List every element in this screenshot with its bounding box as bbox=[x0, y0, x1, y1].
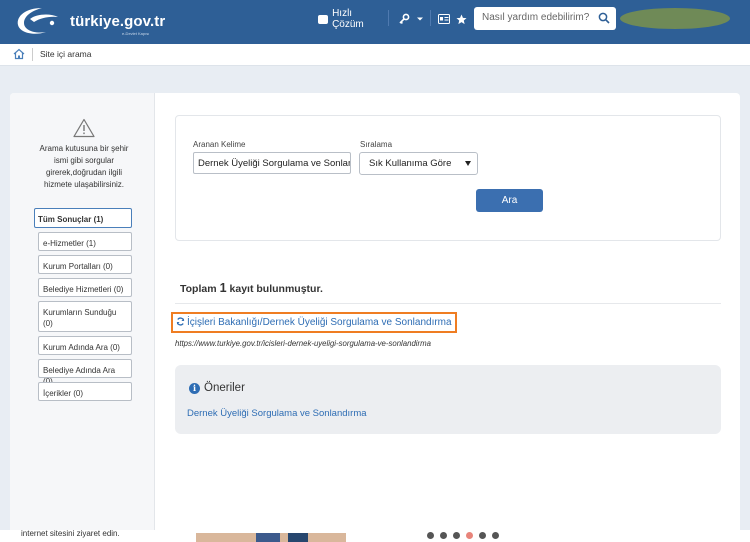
filter-institution-offered[interactable]: Kurumların Sunduğu (0) bbox=[38, 301, 132, 332]
carousel-dot[interactable] bbox=[453, 532, 460, 539]
logo-text: türkiye.gov.tr bbox=[70, 13, 166, 30]
key-icon bbox=[399, 13, 410, 24]
search-placeholder: Nasıl yardım edebilirim? bbox=[482, 12, 590, 23]
filter-municipal-services[interactable]: Belediye Hizmetleri (0) bbox=[38, 278, 132, 297]
suggestions-title: Öneriler bbox=[204, 382, 245, 394]
banner-image-part bbox=[256, 533, 280, 542]
top-header: türkiye.gov.tr e-Devlet Kapısı Hızlı Çöz… bbox=[0, 0, 750, 44]
carousel-dot[interactable] bbox=[492, 532, 499, 539]
quick-solution-button[interactable]: Hızlı Çözüm bbox=[318, 8, 382, 30]
sort-selected-value: Sık Kullanıma Göre bbox=[369, 158, 452, 169]
result-count: Toplam 1 kayıt bulunmuştur. bbox=[180, 281, 323, 295]
id-card-button[interactable] bbox=[438, 8, 452, 30]
banner-image-part bbox=[288, 533, 308, 542]
suggestions-panel bbox=[175, 365, 721, 434]
favorites-button[interactable] bbox=[456, 8, 468, 30]
id-card-icon bbox=[438, 14, 450, 24]
info-icon: i bbox=[189, 382, 200, 394]
sort-select[interactable]: Sık Kullanıma Göre bbox=[359, 152, 478, 175]
filter-e-services[interactable]: e-Hizmetler (1) bbox=[38, 232, 132, 251]
carousel-dot-active[interactable] bbox=[466, 532, 473, 539]
suggestions-heading: i Öneriler bbox=[189, 382, 245, 394]
filter-all-results[interactable]: Tüm Sonuçlar (1) bbox=[34, 208, 132, 228]
result-item-title: İçişleri Bakanlığı/Dernek Üyeliği Sorgul… bbox=[187, 317, 452, 328]
suggestion-link[interactable]: Dernek Üyeliği Sorgulama ve Sonlandırma bbox=[187, 408, 367, 419]
site-search-input[interactable]: Nasıl yardım edebilirim? bbox=[474, 7, 616, 30]
search-icon[interactable] bbox=[598, 12, 610, 24]
carousel-dot[interactable] bbox=[479, 532, 486, 539]
breadcrumb-separator bbox=[32, 48, 33, 61]
sidebar-info-text: Arama kutusuna bir şehir ismi gibi sorgu… bbox=[39, 144, 129, 189]
footer-partial-text: internet sitesini ziyaret edin. bbox=[21, 529, 120, 538]
caret-down-icon bbox=[465, 161, 471, 166]
keyword-input[interactable]: Dernek Üyeliği Sorgulama ve Sonlandırma bbox=[193, 152, 351, 174]
sort-label: Sıralama bbox=[360, 140, 393, 149]
keyword-label: Aranan Kelime bbox=[193, 140, 246, 149]
home-icon[interactable] bbox=[13, 48, 25, 60]
warning-icon bbox=[73, 118, 95, 138]
divider bbox=[175, 303, 721, 304]
carousel-dot[interactable] bbox=[440, 532, 447, 539]
breadcrumb: Site içi arama bbox=[0, 44, 750, 66]
refresh-icon bbox=[176, 317, 185, 326]
chat-icon bbox=[318, 14, 329, 24]
carousel-dot[interactable] bbox=[427, 532, 434, 539]
site-logo[interactable]: türkiye.gov.tr e-Devlet Kapısı bbox=[12, 5, 165, 37]
search-form-box bbox=[175, 115, 721, 241]
header-divider bbox=[388, 10, 389, 26]
result-count-prefix: Toplam bbox=[180, 283, 217, 295]
quick-solution-label: Hızlı Çözüm bbox=[332, 8, 364, 30]
carousel-dots bbox=[427, 532, 499, 539]
result-item-link[interactable]: İçişleri Bakanlığı/Dernek Üyeliği Sorgul… bbox=[171, 312, 457, 333]
chevron-down-icon bbox=[417, 17, 423, 21]
breadcrumb-current: Site içi arama bbox=[40, 49, 92, 59]
search-submit-button[interactable]: Ara bbox=[476, 189, 543, 212]
crescent-logo-icon bbox=[17, 8, 58, 34]
logo-subtext: e-Devlet Kapısı bbox=[122, 31, 150, 36]
result-item-url: https://www.turkiye.gov.tr/icisleri-dern… bbox=[175, 339, 431, 348]
result-count-number: 1 bbox=[219, 281, 227, 295]
filter-institution-portals[interactable]: Kurum Portalları (0) bbox=[38, 255, 132, 274]
filter-contents[interactable]: İçerikler (0) bbox=[38, 382, 132, 401]
user-account-button[interactable] bbox=[620, 8, 730, 29]
filter-search-institution-name[interactable]: Kurum Adında Ara (0) bbox=[38, 336, 132, 355]
filter-search-municipality-name[interactable]: Belediye Adında Ara (0) bbox=[38, 359, 132, 386]
header-divider bbox=[430, 10, 431, 26]
star-icon bbox=[456, 13, 467, 24]
banner-image[interactable] bbox=[196, 533, 346, 542]
result-count-suffix: kayıt bulunmuştur. bbox=[229, 283, 323, 295]
login-menu-button[interactable] bbox=[398, 8, 426, 30]
